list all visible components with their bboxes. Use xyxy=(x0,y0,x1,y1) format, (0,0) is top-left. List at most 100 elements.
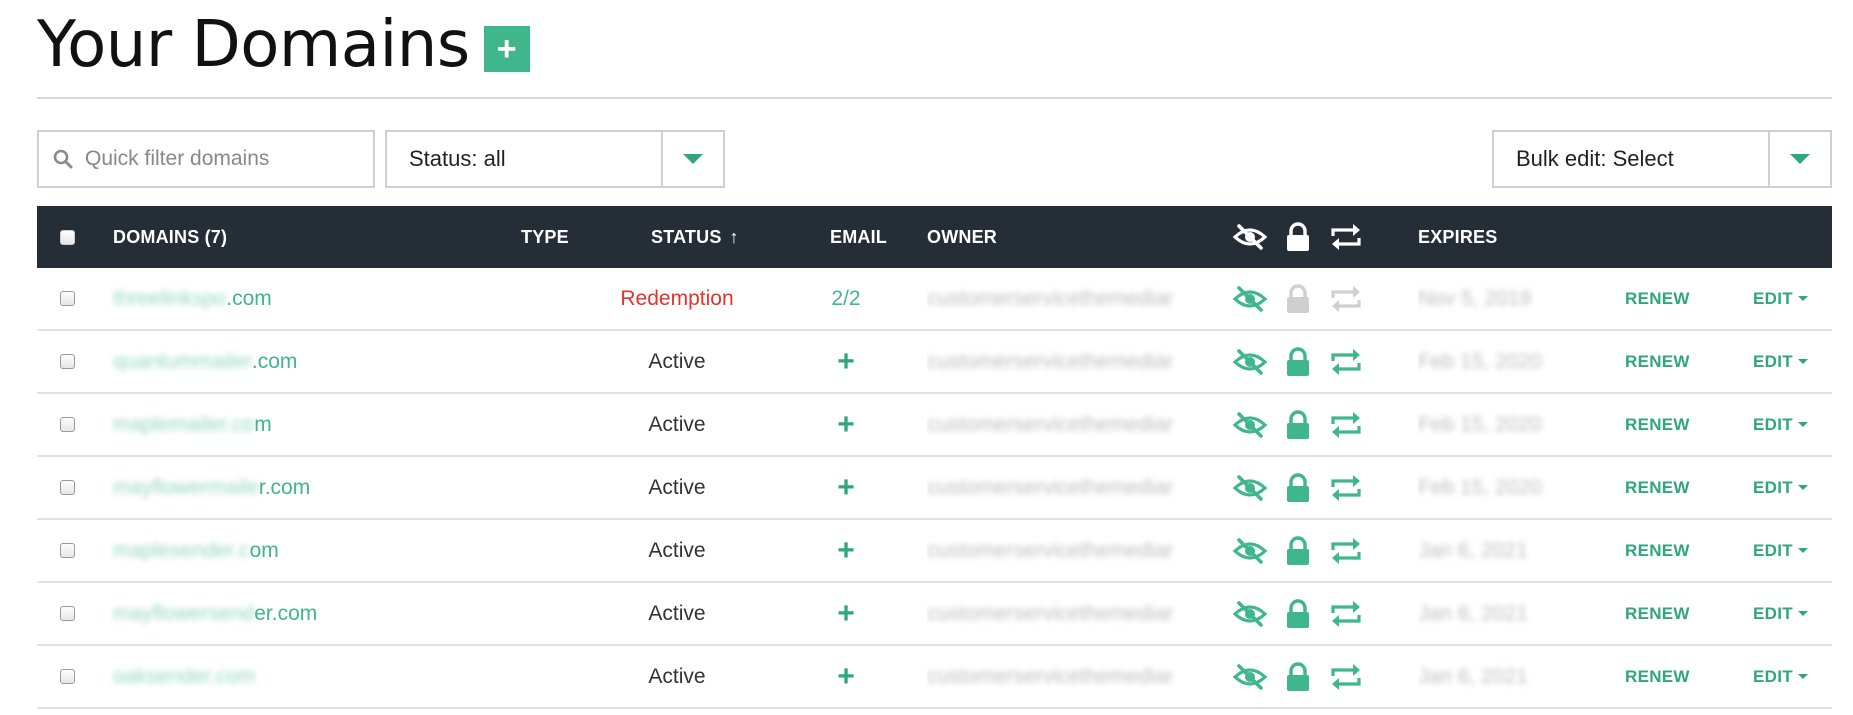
chevron-down-icon xyxy=(1790,154,1810,164)
privacy-eye-slash-icon[interactable] xyxy=(1232,206,1268,268)
expires-cell: Feb 15, 2020 xyxy=(1418,331,1548,392)
status-select-toggle[interactable] xyxy=(661,132,723,186)
search-box[interactable] xyxy=(37,130,375,188)
owner-email-redacted: customerservicethemediar xyxy=(927,349,1174,373)
bulk-select-toggle[interactable] xyxy=(1768,132,1830,186)
status-text: Active xyxy=(648,349,706,373)
chevron-down-icon xyxy=(1797,674,1808,679)
add-domain-button[interactable]: + xyxy=(483,26,530,72)
auto-renew-icon[interactable] xyxy=(1329,583,1363,644)
table-row: maplesender.c om Active + customerservicethe… xyxy=(37,520,1832,583)
auto-renew-icon[interactable] xyxy=(1329,268,1363,329)
status-text: Active xyxy=(648,475,706,499)
chevron-down-icon xyxy=(1797,611,1808,616)
expires-date-redacted: Jan 6, 2021 xyxy=(1418,601,1528,625)
renew-link[interactable]: RENEW xyxy=(1625,646,1690,707)
email-count-link[interactable]: 2/2 xyxy=(831,287,860,311)
edit-dropdown[interactable]: EDIT xyxy=(1753,646,1808,707)
privacy-eye-slash-icon[interactable] xyxy=(1232,520,1268,581)
sort-arrow-up-icon: ↑ xyxy=(729,226,739,247)
add-email-button[interactable]: + xyxy=(837,660,855,694)
expires-cell: Jan 6, 2021 xyxy=(1418,583,1548,644)
col-expires[interactable]: EXPIRES xyxy=(1418,206,1497,268)
edit-label: EDIT xyxy=(1753,666,1793,686)
table-row: mayflowersend er.com Active + customerservic… xyxy=(37,583,1832,646)
owner-email-redacted: customerservicethemediar xyxy=(927,286,1174,310)
expires-cell: Feb 15, 2020 xyxy=(1418,394,1548,455)
chevron-down-icon xyxy=(1797,485,1808,490)
chevron-down-icon xyxy=(1797,422,1808,427)
owner-cell: customerservicethemediar xyxy=(927,583,1217,644)
col-domains[interactable]: DOMAINS (7) xyxy=(113,206,227,268)
bulk-edit-select[interactable]: Bulk edit: Select xyxy=(1492,130,1832,188)
privacy-eye-slash-icon[interactable] xyxy=(1232,394,1268,455)
expires-date-redacted: Feb 15, 2020 xyxy=(1418,475,1542,499)
add-email-button[interactable]: + xyxy=(837,534,855,568)
lock-icon[interactable] xyxy=(1285,457,1311,518)
owner-email-redacted: customerservicethemediar xyxy=(927,601,1174,625)
privacy-eye-slash-icon[interactable] xyxy=(1232,268,1268,329)
expires-cell: Nov 5, 2019 xyxy=(1418,268,1548,329)
col-status[interactable]: STATUS ↑ xyxy=(651,206,739,268)
add-email-button[interactable]: + xyxy=(837,597,855,631)
expires-date-redacted: Nov 5, 2019 xyxy=(1418,286,1532,310)
status-filter-select[interactable]: Status: all xyxy=(385,130,725,188)
owner-email-redacted: customerservicethemediar xyxy=(927,412,1174,436)
renew-link[interactable]: RENEW xyxy=(1625,268,1690,329)
lock-icon[interactable] xyxy=(1285,520,1311,581)
page-title: Your Domains xyxy=(37,8,470,82)
edit-label: EDIT xyxy=(1753,414,1793,434)
email-cell: + xyxy=(837,520,855,581)
email-cell: + xyxy=(837,583,855,644)
lock-icon[interactable] xyxy=(1285,394,1311,455)
search-input[interactable] xyxy=(83,146,367,172)
privacy-eye-slash-icon[interactable] xyxy=(1232,583,1268,644)
owner-cell: customerservicethemediar xyxy=(927,331,1217,392)
privacy-eye-slash-icon[interactable] xyxy=(1232,646,1268,707)
privacy-eye-slash-icon[interactable] xyxy=(1232,331,1268,392)
col-type[interactable]: TYPE xyxy=(521,206,569,268)
add-email-button[interactable]: + xyxy=(837,345,855,379)
col-email[interactable]: EMAIL xyxy=(830,206,887,268)
table-row: mayflowermaile r.com Active + customerservic… xyxy=(37,457,1832,520)
renew-link[interactable]: RENEW xyxy=(1625,583,1690,644)
edit-dropdown[interactable]: EDIT xyxy=(1753,394,1808,455)
expires-date-redacted: Feb 15, 2020 xyxy=(1418,412,1542,436)
edit-dropdown[interactable]: EDIT xyxy=(1753,268,1808,329)
col-status-label: STATUS xyxy=(651,226,722,247)
lock-icon[interactable] xyxy=(1285,646,1311,707)
auto-renew-icon[interactable] xyxy=(1329,394,1363,455)
renew-link[interactable]: RENEW xyxy=(1625,394,1690,455)
status-text: Redemption xyxy=(620,286,734,310)
owner-cell: customerservicethemediar xyxy=(927,394,1217,455)
email-cell: + xyxy=(837,646,855,707)
renew-link[interactable]: RENEW xyxy=(1625,520,1690,581)
lock-icon[interactable] xyxy=(1285,268,1311,329)
select-all-checkbox[interactable] xyxy=(60,229,75,245)
auto-renew-icon[interactable] xyxy=(1329,520,1363,581)
privacy-eye-slash-icon[interactable] xyxy=(1232,457,1268,518)
auto-renew-icon[interactable] xyxy=(1329,206,1363,268)
chevron-down-icon xyxy=(1797,359,1808,364)
expires-cell: Jan 6, 2021 xyxy=(1418,520,1548,581)
edit-dropdown[interactable]: EDIT xyxy=(1753,583,1808,644)
lock-icon[interactable] xyxy=(1285,206,1311,268)
renew-link[interactable]: RENEW xyxy=(1625,457,1690,518)
lock-icon[interactable] xyxy=(1285,331,1311,392)
auto-renew-icon[interactable] xyxy=(1329,331,1363,392)
add-email-button[interactable]: + xyxy=(837,408,855,442)
status-text: Active xyxy=(648,664,706,688)
lock-icon[interactable] xyxy=(1285,583,1311,644)
add-email-button[interactable]: + xyxy=(837,471,855,505)
table-row: threelinkspo .com Redemption 2/2 customerser… xyxy=(37,268,1832,331)
edit-dropdown[interactable]: EDIT xyxy=(1753,331,1808,392)
renew-link[interactable]: RENEW xyxy=(1625,331,1690,392)
edit-dropdown[interactable]: EDIT xyxy=(1753,457,1808,518)
owner-email-redacted: customerservicethemediar xyxy=(927,475,1174,499)
col-owner[interactable]: OWNER xyxy=(927,206,997,268)
expires-date-redacted: Feb 15, 2020 xyxy=(1418,349,1542,373)
expires-cell: Feb 15, 2020 xyxy=(1418,457,1548,518)
edit-dropdown[interactable]: EDIT xyxy=(1753,520,1808,581)
auto-renew-icon[interactable] xyxy=(1329,457,1363,518)
auto-renew-icon[interactable] xyxy=(1329,646,1363,707)
